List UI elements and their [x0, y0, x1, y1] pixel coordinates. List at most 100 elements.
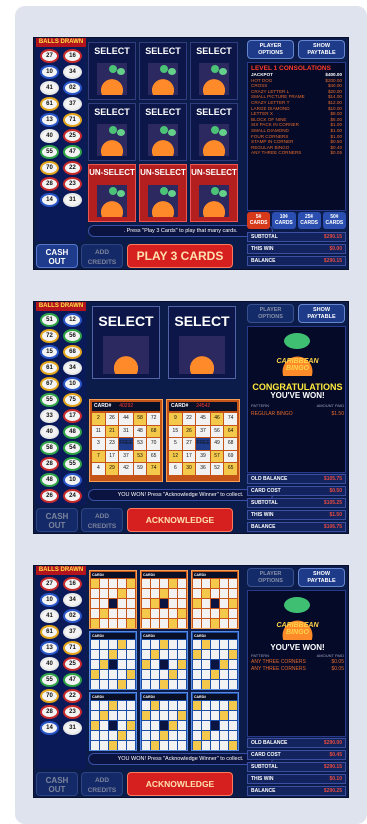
card-slot-unselect[interactable]: UN-SELECT [190, 164, 238, 222]
card-cell [118, 711, 126, 720]
card-cell [127, 619, 135, 628]
card-cell [169, 741, 177, 750]
card-cell [127, 579, 135, 588]
you-won-text: YOU'VE WON! [270, 643, 325, 652]
drawn-ball: 33 [40, 409, 59, 423]
card-cell [229, 619, 237, 628]
add-credits-button[interactable]: ADD CREDITS [81, 772, 123, 796]
card-cell [178, 599, 186, 608]
card-grid [91, 701, 135, 750]
show-paytable-button[interactable]: SHOW PAYTABLE [298, 304, 345, 323]
win-panel: CARIBBEAN BINGO YOU'VE WON! PATTERN AMOUN… [247, 590, 346, 737]
card-cell [91, 731, 99, 740]
card-cost-row: CARD COST $0.45 [247, 750, 346, 760]
drawn-ball: 68 [63, 345, 82, 359]
card-cell [127, 701, 135, 710]
add-credits-button[interactable]: ADD CREDITS [81, 508, 123, 532]
show-paytable-button[interactable]: SHOW PAYTABLE [298, 568, 345, 587]
add-credits-button[interactable]: ADD CREDITS [81, 244, 123, 268]
card-cell [151, 599, 159, 608]
card-cell: 74 [224, 413, 237, 425]
card-slot-select[interactable]: SELECT [139, 42, 187, 100]
card-cell [220, 599, 228, 608]
win-row: ANY THREE CORNERS $0.05 [251, 666, 344, 672]
player-options-button[interactable]: PLAYER OPTIONS [247, 304, 294, 323]
card-cell: 31 [119, 425, 133, 437]
win-row: ANY THREE CORNERS $0.05 [251, 659, 344, 665]
card-slot-unselect[interactable]: UN-SELECT [88, 164, 136, 222]
acknowledge-winner-button[interactable]: ACKNOWLEDGE WINNER [127, 508, 233, 532]
card-cell [169, 589, 177, 598]
card-grid [91, 579, 135, 628]
card-slot-select[interactable]: SELECT [92, 306, 160, 379]
card-cell: 15 [169, 425, 182, 437]
mini-bingo-card: CARD# [191, 631, 239, 690]
drawn-ball: 51 [40, 313, 59, 327]
card-cell [169, 650, 177, 659]
drawn-ball: 40 [40, 129, 59, 143]
player-options-button[interactable]: PLAYER OPTIONS [247, 568, 294, 587]
card-cell [109, 741, 117, 750]
card-cell: 57 [210, 450, 224, 462]
drawn-ball: 55 [40, 145, 59, 159]
card-cell: 64 [224, 425, 237, 437]
card-slot-select[interactable]: SELECT [190, 42, 238, 100]
card-slot-select[interactable]: SELECT [190, 103, 238, 161]
card-cell [211, 711, 219, 720]
denom-button[interactable]: 5¢ CARDS [247, 212, 271, 229]
card-cell [211, 660, 219, 669]
denom-button[interactable]: 25¢ CARDS [297, 212, 321, 229]
card-cell [127, 589, 135, 598]
card-slot-select[interactable]: SELECT [168, 306, 236, 379]
card-cell [220, 731, 228, 740]
card-cell [202, 701, 210, 710]
drawn-ball: 48 [40, 473, 59, 487]
player-options-button[interactable]: PLAYER OPTIONS [247, 40, 294, 59]
card-grid [193, 701, 237, 750]
card-cell [91, 711, 99, 720]
card-cell: 74 [147, 463, 160, 475]
drawn-ball: 10 [63, 473, 82, 487]
card-slot-select[interactable]: SELECT [88, 103, 136, 161]
balls-drawn-panel: BALLS DRAWN 27 10 41 61 13 40 55 70 28 14 16 34 02 3… [36, 566, 86, 769]
play-cards-button[interactable]: PLAY 3 CARDS [127, 244, 233, 268]
winner-message: YOU WON! Press "Acknowledge Winner" to c… [88, 753, 273, 765]
palm-logo-icon [148, 185, 178, 217]
drawn-ball: 37 [63, 625, 82, 639]
cash-out-button[interactable]: CASH OUT [36, 772, 78, 796]
cash-out-button[interactable]: CASH OUT [36, 508, 78, 532]
show-paytable-button[interactable]: SHOW PAYTABLE [298, 40, 345, 59]
drawn-ball: 41 [40, 609, 59, 623]
drawn-ball: 16 [63, 577, 82, 591]
drawn-ball: 34 [63, 361, 82, 375]
card-cell: 53 [133, 438, 147, 450]
card-cell [100, 640, 108, 649]
card-slot-select[interactable]: SELECT [88, 42, 136, 100]
card-cell [142, 599, 150, 608]
card-cell: 48 [133, 425, 147, 437]
cash-out-button[interactable]: CASH OUT [36, 244, 78, 268]
card-cell [142, 619, 150, 628]
denom-button[interactable]: 10¢ CARDS [272, 212, 296, 229]
mini-bingo-card: CARD# [191, 692, 239, 751]
card-slot-unselect[interactable]: UN-SELECT [139, 164, 187, 222]
card-cell [178, 579, 186, 588]
denom-button[interactable]: 50¢ CARDS [322, 212, 346, 229]
card-cell [178, 660, 186, 669]
you-won-text: YOU'VE WON! [270, 391, 325, 400]
card-header: CARD# 24542 [169, 402, 237, 411]
card-cell [202, 670, 210, 679]
card-cell [151, 711, 159, 720]
card-grid [91, 640, 135, 689]
mini-bingo-card: CARD# [89, 631, 137, 690]
card-grid: 9 22 45 46 74 15 26 37 56 64 5 27 FREE 49 68 12 17 39 57 69… [169, 413, 237, 475]
card-cell [220, 579, 228, 588]
card-cell [178, 609, 186, 618]
drawn-ball: 34 [63, 65, 82, 79]
paytable-row: ANY THREE CORNERS $0.05 [251, 150, 342, 156]
card-cell [202, 640, 210, 649]
card-slot-select[interactable]: SELECT [139, 103, 187, 161]
drawn-ball: 72 [40, 329, 59, 343]
acknowledge-winner-button[interactable]: ACKNOWLEDGE WINNER [127, 772, 233, 796]
card-cell: 49 [210, 438, 224, 450]
